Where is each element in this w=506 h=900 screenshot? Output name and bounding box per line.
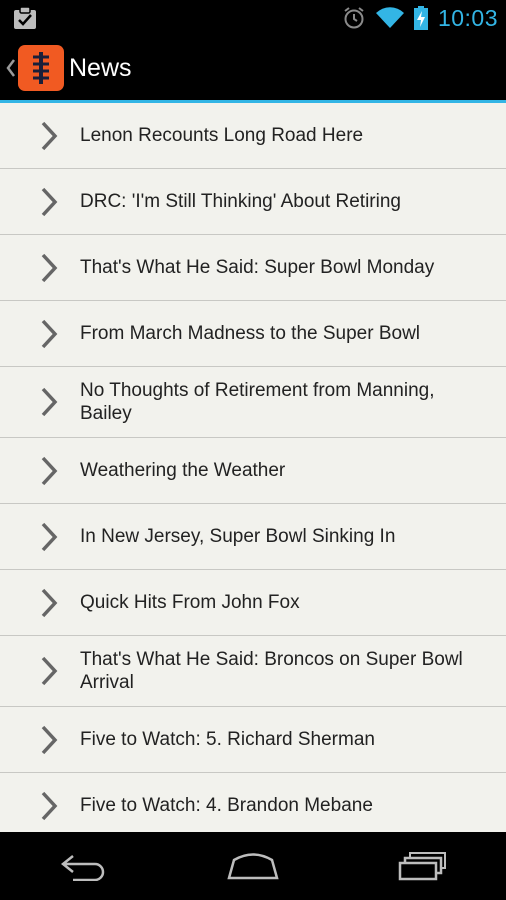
news-item-title: In New Jersey, Super Bowl Sinking In (80, 526, 396, 547)
news-list-item[interactable]: DRC: 'I'm Still Thinking' About Retiring (0, 169, 506, 235)
news-item-title: Quick Hits From John Fox (80, 592, 300, 613)
chevron-right-icon (41, 319, 58, 348)
status-time: 10:03 (437, 4, 498, 31)
recent-apps-button[interactable] (392, 846, 452, 886)
news-item-title: That's What He Said: Broncos on Super Bo… (80, 649, 463, 693)
news-list-item[interactable]: That's What He Said: Broncos on Super Bo… (0, 636, 506, 707)
news-item-title: DRC: 'I'm Still Thinking' About Retiring (80, 191, 401, 212)
wifi-icon (375, 7, 404, 29)
chevron-right-icon (41, 522, 58, 551)
news-list-item[interactable]: Quick Hits From John Fox (0, 570, 506, 636)
home-icon (227, 853, 279, 880)
chevron-right-icon (41, 791, 58, 820)
chevron-right-icon (41, 656, 58, 686)
news-item-title: Weathering the Weather (80, 460, 286, 481)
news-list-item[interactable]: In New Jersey, Super Bowl Sinking In (0, 504, 506, 570)
news-item-title: From March Madness to the Super Bowl (80, 323, 421, 344)
chevron-right-icon (41, 456, 58, 485)
news-list-item[interactable]: Five to Watch: 5. Richard Sherman (0, 707, 506, 773)
news-list-item[interactable]: Five to Watch: 4. Brandon Mebane (0, 773, 506, 832)
chevron-right-icon (41, 588, 58, 617)
chevron-right-icon (41, 121, 58, 150)
news-list-item[interactable]: No Thoughts of Retirement from Manning, … (0, 367, 506, 438)
news-list-item[interactable]: That's What He Said: Super Bowl Monday (0, 235, 506, 301)
news-item-title: Five to Watch: 5. Richard Sherman (80, 729, 375, 750)
news-item-title: Lenon Recounts Long Road Here (80, 125, 364, 146)
back-button[interactable] (54, 846, 114, 886)
up-caret-icon[interactable] (4, 57, 18, 79)
alarm-icon (344, 7, 364, 29)
action-bar[interactable]: News (0, 36, 506, 100)
system-nav-bar (0, 832, 506, 900)
news-list-item[interactable]: Weathering the Weather (0, 438, 506, 504)
clipboard-check-icon (14, 6, 36, 29)
recent-apps-icon (398, 852, 446, 881)
chevron-right-icon (41, 253, 58, 282)
news-list-item[interactable]: Lenon Recounts Long Road Here (0, 103, 506, 169)
news-item-title: That's What He Said: Super Bowl Monday (80, 257, 435, 278)
news-item-title: Five to Watch: 4. Brandon Mebane (80, 795, 373, 816)
battery-charging-icon (413, 6, 428, 30)
chevron-right-icon (41, 725, 58, 754)
chevron-right-icon (41, 187, 58, 216)
news-list-item[interactable]: From March Madness to the Super Bowl (0, 301, 506, 367)
back-icon (61, 855, 105, 881)
chevron-right-icon (41, 387, 58, 417)
news-list[interactable]: Lenon Recounts Long Road Here DRC: 'I'm … (0, 103, 506, 832)
news-item-title: No Thoughts of Retirement from Manning, … (80, 380, 435, 424)
page-title: News (69, 53, 132, 82)
football-app-icon[interactable] (18, 45, 64, 91)
home-button[interactable] (223, 846, 283, 886)
status-bar: 10:03 (0, 0, 506, 36)
